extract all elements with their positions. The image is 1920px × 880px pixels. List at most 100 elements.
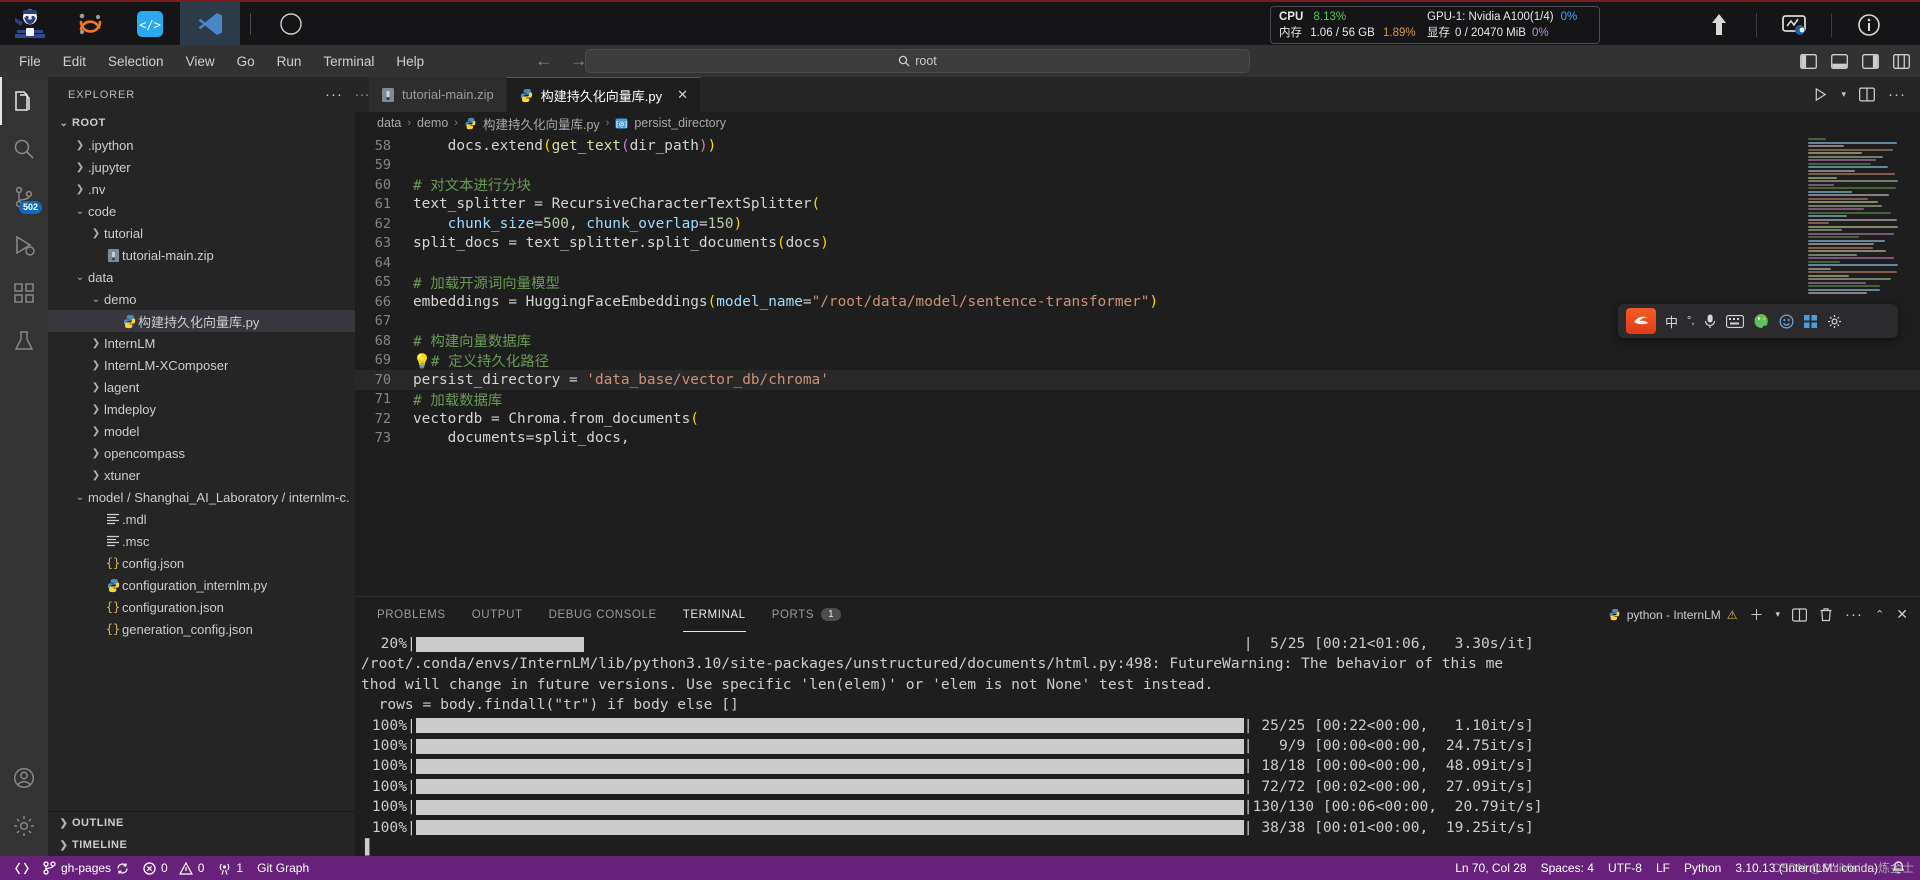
tree-folder[interactable]: ⌄ code <box>48 200 355 222</box>
tree-file[interactable]: {} generation_config.json <box>48 618 355 640</box>
status-radio-tower[interactable]: 1 <box>211 856 250 880</box>
tree-folder[interactable]: ⌄ demo <box>48 288 355 310</box>
breadcrumb-item-symbol[interactable]: persist_directory <box>634 116 726 130</box>
code-line[interactable]: 69 💡# 定义持久化路径 <box>355 351 1920 371</box>
code-line[interactable]: 71 # 加载数据库 <box>355 390 1920 410</box>
tree-file[interactable]: .msc <box>48 530 355 552</box>
host-tab-compass[interactable] <box>261 1 321 46</box>
tabs-overflow-icon[interactable]: ··· <box>355 77 370 112</box>
keyboard-icon[interactable] <box>1726 314 1745 328</box>
status-encoding[interactable]: UTF-8 <box>1601 856 1649 880</box>
grid-icon[interactable] <box>1803 314 1818 329</box>
upload-arrow-icon[interactable] <box>1682 2 1756 47</box>
sidebar-item-extensions[interactable] <box>0 269 48 317</box>
toggle-secondary-sidebar-icon[interactable] <box>1862 53 1879 69</box>
code-line[interactable]: 65 # 加载开源词向量模型 <box>355 273 1920 293</box>
tree-file[interactable]: {} config.json <box>48 552 355 574</box>
tab-tutorial-main-zip[interactable]: tutorial-main.zip <box>369 77 507 112</box>
host-tab-code-server[interactable]: </> <box>120 1 180 46</box>
terminal-instance-chip[interactable]: python - InternLM ⚠ <box>1608 608 1738 622</box>
code-line[interactable]: 73 documents=split_docs, <box>355 429 1920 449</box>
monitor-toggle-icon[interactable] <box>1757 2 1831 47</box>
status-remote[interactable] <box>8 856 36 880</box>
menu-go[interactable]: Go <box>226 51 266 72</box>
code-editor[interactable]: 58 docs.extend(get_text(dir_path)) 59 60 # … <box>355 134 1920 596</box>
arrow-left-icon[interactable]: ← <box>535 51 552 71</box>
settings-button[interactable] <box>0 802 48 850</box>
split-terminal-icon[interactable] <box>1792 607 1808 622</box>
host-tab-vscode[interactable] <box>180 1 240 46</box>
section-outline[interactable]: ❯ OUTLINE <box>48 812 355 834</box>
tab-build-vector-db-py[interactable]: 构建持久化向量库.py ✕ <box>506 77 702 112</box>
tree-folder[interactable]: ❯ .nv <box>48 178 355 200</box>
maximize-panel-icon[interactable]: ⌃ <box>1875 608 1884 621</box>
code-line[interactable]: 72 vectordb = Chroma.from_documents( <box>355 409 1920 429</box>
tree-file[interactable]: configuration_internlm.py <box>48 574 355 596</box>
menu-view[interactable]: View <box>175 51 226 72</box>
menu-file[interactable]: File <box>8 51 52 72</box>
minimap[interactable] <box>1808 138 1904 298</box>
tree-folder[interactable]: ❯ lmdeploy <box>48 398 355 420</box>
code-line[interactable]: 60 # 对文本进行分块 <box>355 175 1920 195</box>
new-terminal-icon[interactable]: ＋ <box>1750 605 1764 625</box>
menu-selection[interactable]: Selection <box>97 51 175 72</box>
emoji-icon[interactable] <box>1779 313 1794 329</box>
host-tab-jupyter[interactable] <box>60 1 120 46</box>
status-language-mode[interactable]: Python <box>1677 856 1728 880</box>
ime-toolbar[interactable]: 中 °, <box>1618 304 1898 338</box>
tab-ports[interactable]: PORTS 1 <box>772 597 842 632</box>
tree-file[interactable]: 构建持久化向量库.py <box>48 310 355 332</box>
terminal-dropdown-icon[interactable]: ▾ <box>1776 609 1781 620</box>
tree-folder[interactable]: ❯ lagent <box>48 376 355 398</box>
tab-output[interactable]: OUTPUT <box>472 597 523 632</box>
tab-debug-console[interactable]: DEBUG CONSOLE <box>549 597 657 632</box>
tree-folder[interactable]: ❯ tutorial <box>48 222 355 244</box>
tab-terminal[interactable]: TERMINAL <box>682 597 746 632</box>
status-git-graph[interactable]: Git Graph <box>250 856 316 880</box>
tree-folder[interactable]: ❯ opencompass <box>48 442 355 464</box>
kill-terminal-icon[interactable] <box>1819 607 1833 622</box>
sogou-ime-icon[interactable] <box>1626 308 1656 334</box>
sidebar-item-explorer[interactable] <box>0 77 48 125</box>
terminal-output[interactable]: 20% | | 5/25 [00:21<01:06, 3.30s/it]/root/… <box>355 632 1920 856</box>
info-circle-icon[interactable] <box>1832 2 1906 47</box>
explorer-more-actions-icon[interactable]: ··· <box>325 86 343 103</box>
tree-folder[interactable]: ❯ model <box>48 420 355 442</box>
code-line[interactable]: 64 <box>355 253 1920 273</box>
tree-folder[interactable]: ❯ .jupyter <box>48 156 355 178</box>
code-line[interactable]: 59 <box>355 156 1920 176</box>
menu-edit[interactable]: Edit <box>52 51 97 72</box>
status-cursor-position[interactable]: Ln 70, Col 28 <box>1448 856 1533 880</box>
toggle-primary-sidebar-icon[interactable] <box>1800 53 1817 69</box>
tree-file[interactable]: tutorial-main.zip <box>48 244 355 266</box>
tab-close-icon[interactable]: ✕ <box>677 87 688 103</box>
lightbulb-icon[interactable]: 💡 <box>413 354 431 370</box>
customize-layout-icon[interactable] <box>1893 53 1910 69</box>
tree-folder[interactable]: ❯ InternLM <box>48 332 355 354</box>
tree-root[interactable]: ⌄ ROOT <box>48 112 355 134</box>
status-problems[interactable]: 0 0 <box>136 856 211 880</box>
palette-icon[interactable] <box>1753 313 1770 329</box>
sidebar-item-source-control[interactable]: 502 <box>0 173 48 221</box>
mic-icon[interactable] <box>1703 313 1717 329</box>
close-panel-icon[interactable]: ✕ <box>1896 606 1908 623</box>
code-line[interactable]: 61 text_splitter = RecursiveCharacterText… <box>355 195 1920 215</box>
tree-folder[interactable]: ⌄ data <box>48 266 355 288</box>
menu-run[interactable]: Run <box>266 51 313 72</box>
code-line[interactable]: 62 chunk_size=500, chunk_overlap=150) <box>355 214 1920 234</box>
gear-icon[interactable] <box>1827 314 1842 329</box>
panel-more-actions-icon[interactable]: ··· <box>1845 606 1863 623</box>
host-tab-internlm[interactable] <box>0 1 60 46</box>
menu-terminal[interactable]: Terminal <box>312 51 385 72</box>
accounts-button[interactable] <box>0 754 48 802</box>
menu-help[interactable]: Help <box>385 51 435 72</box>
tab-problems[interactable]: PROBLEMS <box>377 597 446 632</box>
tree-file[interactable]: .mdl <box>48 508 355 530</box>
status-indentation[interactable]: Spaces: 4 <box>1534 856 1601 880</box>
split-editor-icon[interactable] <box>1859 87 1875 102</box>
status-branch[interactable]: gh-pages <box>36 856 136 880</box>
ime-mode-chinese[interactable]: 中 <box>1665 312 1678 331</box>
tree-folder[interactable]: ❯ InternLM-XComposer <box>48 354 355 376</box>
breadcrumb-item-demo[interactable]: demo <box>417 116 448 130</box>
sidebar-item-testing[interactable] <box>0 317 48 365</box>
